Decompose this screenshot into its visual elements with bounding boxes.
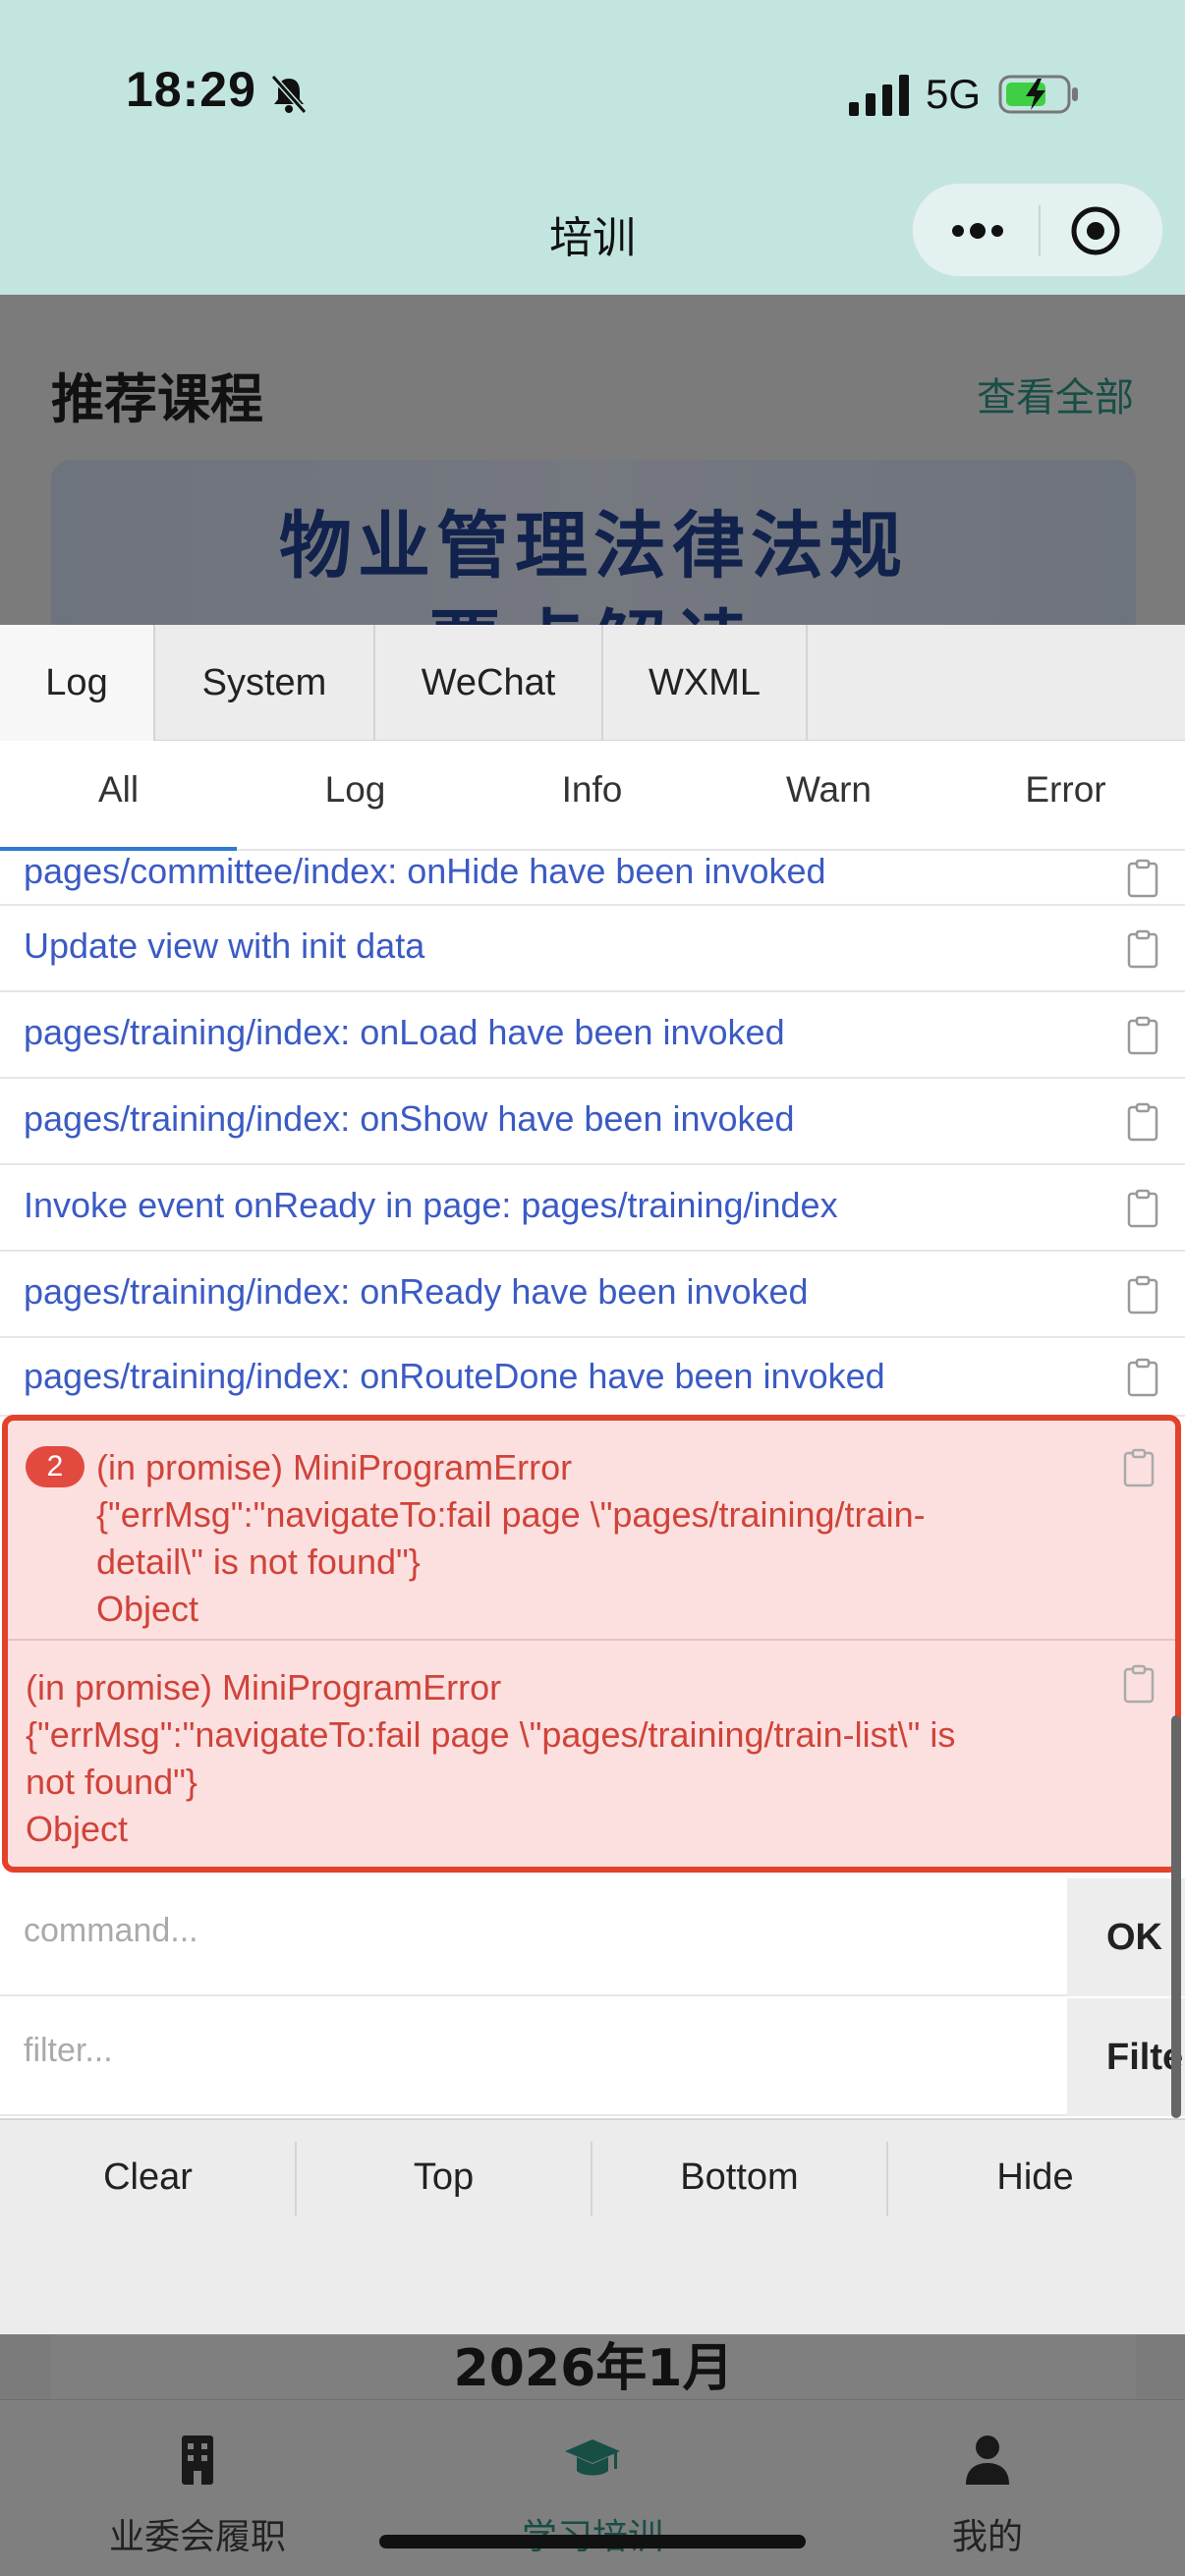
clipboard-copy-icon[interactable] xyxy=(1126,1016,1159,1055)
close-miniprogram-icon[interactable] xyxy=(1070,205,1121,256)
error-message[interactable]: (in promise) MiniProgramError {"errMsg":… xyxy=(26,1664,955,1853)
clipboard-copy-icon[interactable] xyxy=(1126,859,1159,898)
log-row: pages/committee/index: onHide have been … xyxy=(0,851,1185,906)
clipboard-copy-icon[interactable] xyxy=(1126,1189,1159,1228)
vconsole-toolbar: Clear Top Bottom Hide xyxy=(0,2118,1185,2334)
clipboard-copy-icon[interactable] xyxy=(1122,1448,1156,1487)
filter-input[interactable]: filter... xyxy=(24,2032,113,2070)
capsule-divider xyxy=(1039,205,1041,256)
log-row: Update view with init data xyxy=(0,906,1185,992)
home-indicator[interactable] xyxy=(379,2535,806,2548)
log-message: Invoke event onReady in page: pages/trai… xyxy=(24,1185,838,1225)
more-options-icon[interactable] xyxy=(946,207,1009,254)
battery-charging-icon xyxy=(998,75,1078,114)
command-ok-button[interactable]: OK xyxy=(1067,1878,1185,1996)
clipboard-copy-icon[interactable] xyxy=(1126,1102,1159,1142)
vc-tab-system[interactable]: System xyxy=(155,625,375,741)
log-message: pages/training/index: onRouteDone have b… xyxy=(24,1356,885,1396)
command-row: command... OK xyxy=(0,1878,1185,1996)
clipboard-copy-icon[interactable] xyxy=(1122,1664,1156,1704)
vc-tab-wechat[interactable]: WeChat xyxy=(375,625,603,741)
filter-all[interactable]: All xyxy=(0,741,237,851)
bell-muted-icon xyxy=(270,75,308,114)
vc-tab-log[interactable]: Log xyxy=(0,625,155,741)
log-message: Update view with init data xyxy=(24,925,425,966)
miniprogram-capsule xyxy=(912,183,1163,277)
network-type: 5G xyxy=(926,71,982,117)
log-row: pages/training/index: onShow have been i… xyxy=(0,1079,1185,1165)
clipboard-copy-icon[interactable] xyxy=(1126,1358,1159,1397)
error-row: 2 (in promise) MiniProgramError {"errMsg… xyxy=(8,1421,1175,1639)
repeat-count-badge: 2 xyxy=(26,1446,85,1487)
top-button[interactable]: Top xyxy=(296,2140,592,2214)
vc-tab-wxml[interactable]: WXML xyxy=(603,625,808,741)
log-row: Invoke event onReady in page: pages/trai… xyxy=(0,1165,1185,1252)
cellular-signal-icon xyxy=(849,75,909,116)
log-row: pages/training/index: onRouteDone have b… xyxy=(0,1338,1185,1417)
top-bar: 18:29 5G 培训 xyxy=(0,0,1185,295)
filter-log[interactable]: Log xyxy=(237,741,474,851)
clipboard-copy-icon[interactable] xyxy=(1126,929,1159,969)
filter-row: filter... Filter xyxy=(0,1998,1185,2116)
error-row: (in promise) MiniProgramError {"errMsg":… xyxy=(8,1641,1175,1867)
vconsole-panel: Log System WeChat WXML All Log Info Warn… xyxy=(0,625,1185,2334)
status-time: 18:29 xyxy=(126,62,256,117)
log-message: pages/training/index: onLoad have been i… xyxy=(24,1012,785,1052)
log-message: pages/training/index: onShow have been i… xyxy=(24,1098,795,1139)
log-message: pages/training/index: onReady have been … xyxy=(24,1271,809,1312)
filter-warn[interactable]: Warn xyxy=(710,741,947,851)
log-message: pages/committee/index: onHide have been … xyxy=(24,851,826,891)
log-level-filter: All Log Info Warn Error xyxy=(0,741,1185,851)
filter-info[interactable]: Info xyxy=(474,741,710,851)
bottom-button[interactable]: Bottom xyxy=(592,2140,887,2214)
error-message[interactable]: (in promise) MiniProgramError {"errMsg":… xyxy=(96,1444,926,1633)
log-row: pages/training/index: onReady have been … xyxy=(0,1252,1185,1338)
log-row: pages/training/index: onLoad have been i… xyxy=(0,992,1185,1079)
error-highlight: 2 (in promise) MiniProgramError {"errMsg… xyxy=(2,1415,1181,1873)
clear-button[interactable]: Clear xyxy=(0,2140,296,2214)
vconsole-tabs: Log System WeChat WXML xyxy=(0,625,1185,741)
log-scrollbar[interactable] xyxy=(1171,1715,1181,2118)
filter-error[interactable]: Error xyxy=(947,741,1184,851)
clipboard-copy-icon[interactable] xyxy=(1126,1275,1159,1315)
hide-button[interactable]: Hide xyxy=(887,2140,1183,2214)
command-input[interactable]: command... xyxy=(24,1912,198,1950)
filter-button[interactable]: Filter xyxy=(1067,1998,1185,2116)
